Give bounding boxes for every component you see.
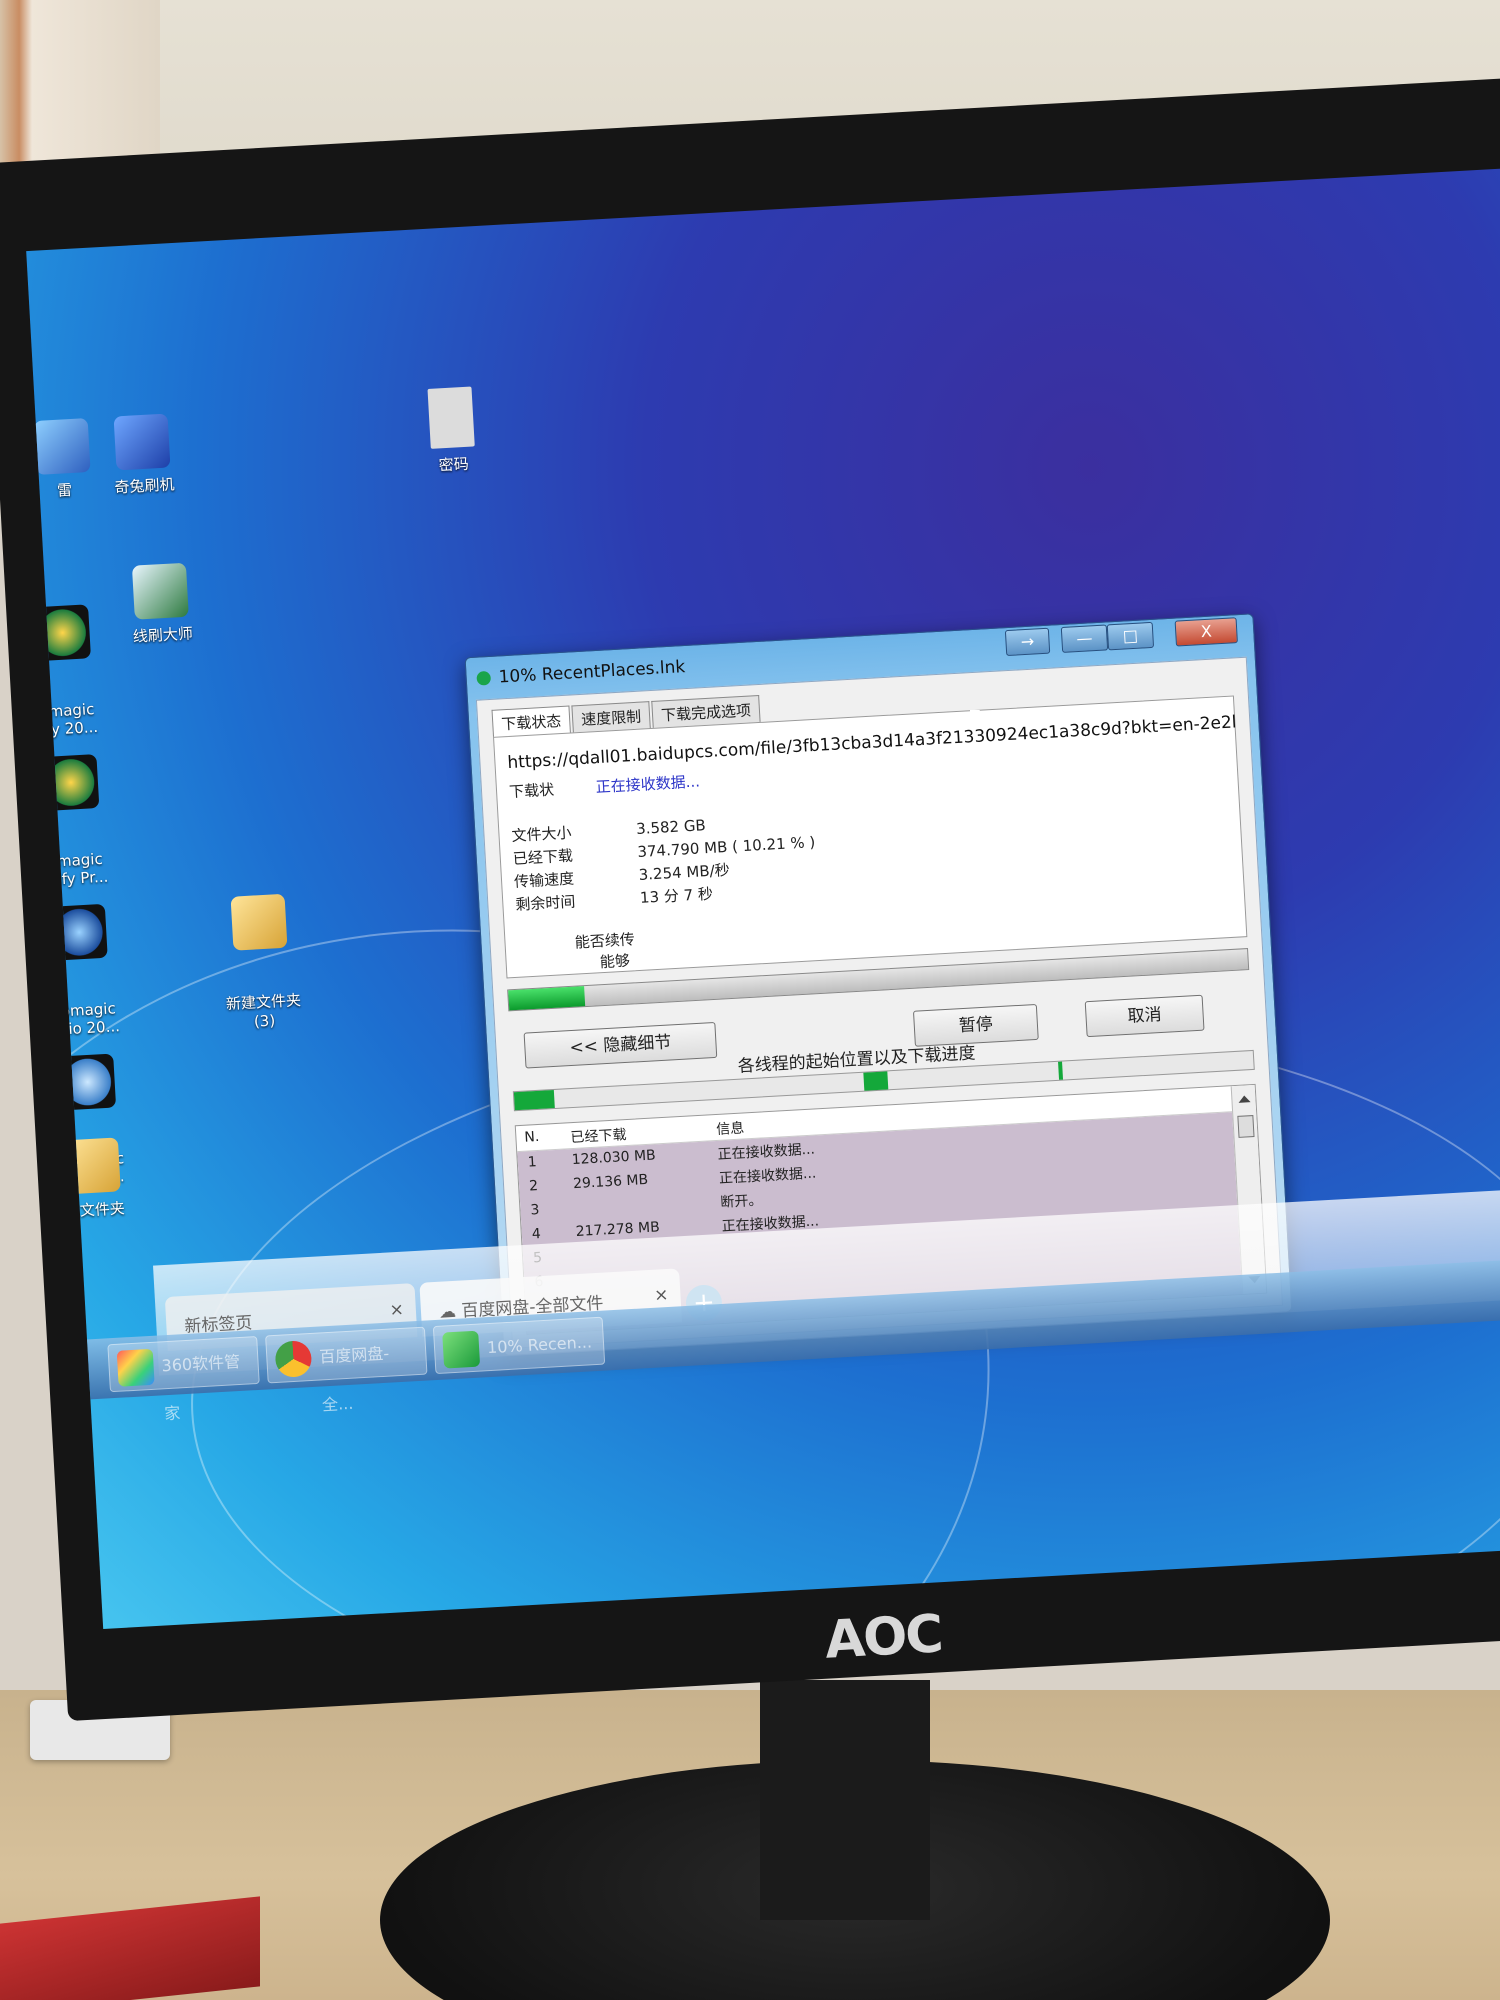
minimize-button[interactable]: — [1060, 624, 1109, 653]
detail-label: 能否续传 [574, 930, 636, 952]
download-app-icon [442, 1330, 481, 1369]
chrome-icon [274, 1339, 313, 1378]
taskbar-item-download[interactable]: 10% Recen... [432, 1316, 606, 1375]
desktop-icon-label: 密码 [438, 454, 470, 475]
col-header-downloaded[interactable]: 已经下载 [570, 1124, 627, 1147]
rabbit-icon [113, 413, 171, 471]
desktop-icon-label: 线刷大师 [132, 624, 194, 646]
status-row: 下载状 正在接收数据... [509, 770, 701, 802]
geomagic-icon [50, 903, 108, 961]
close-tab-icon[interactable]: × [654, 1285, 669, 1306]
close-button[interactable]: X [1174, 617, 1238, 647]
thread-info: 断开。 [719, 1192, 763, 1211]
desktop-icon-label: 奇兔刷机 [113, 475, 175, 497]
thread-downloaded: 29.136 MB [572, 1171, 649, 1193]
thread-segment-4 [1058, 1061, 1064, 1080]
scroll-up-icon[interactable] [1238, 1095, 1251, 1103]
thread-number: 1 [527, 1154, 538, 1171]
geomagic-icon [59, 1053, 117, 1111]
desktop-screen: 雷 奇兔刷机 密码 omagic lify 20... 线刷大师 omagic … [26, 167, 1500, 1630]
desktop-icon-new-folder[interactable]: 建文件夹 [36, 1136, 150, 1223]
detail-value: 13 分 7 秒 [639, 884, 714, 907]
thread-number: 2 [528, 1178, 539, 1195]
desktop-icon-password[interactable]: 密码 [395, 385, 510, 478]
window-title: 10% RecentPlaces.lnk [498, 657, 686, 688]
send-to-tray-button[interactable]: → [1004, 627, 1051, 657]
arrow-right-icon: → [1020, 631, 1035, 652]
status-panel: https://qdall01.baidupcs.com/file/3fb13c… [493, 695, 1248, 979]
thread-segment-1 [513, 1090, 555, 1111]
monitor-stand-neck [760, 1680, 930, 1920]
taskbar-item-chrome[interactable]: 百度网盘-全... [265, 1326, 428, 1414]
cancel-button[interactable]: 取消 [1084, 994, 1205, 1038]
thread-number: 4 [531, 1225, 542, 1243]
download-app-icon [476, 670, 492, 686]
thread-downloaded: 217.278 MB [575, 1219, 661, 1241]
detail-value: 3.254 MB/秒 [638, 860, 731, 884]
thread-number: 3 [530, 1202, 540, 1219]
status-value: 正在接收数据... [595, 772, 701, 797]
desktop-icon-xianshua[interactable]: 线刷大师 [104, 561, 218, 648]
desktop-icon-new-folder-3[interactable]: 新建文件夹 (3) [201, 856, 322, 1069]
col-header-n[interactable]: N. [524, 1129, 540, 1146]
scroll-thumb[interactable] [1237, 1115, 1255, 1138]
geomagic-icon [42, 754, 100, 811]
hide-details-button[interactable]: << 隐藏细节 [523, 1021, 718, 1069]
close-tab-icon[interactable]: × [389, 1300, 404, 1321]
detail-value: 3.582 GB [635, 816, 707, 839]
document-icon [427, 386, 475, 449]
monitor: AOC 雷 奇兔刷机 密码 omagic lify 20... 线刷大师 oma… [0, 76, 1500, 1722]
col-header-info[interactable]: 信息 [716, 1117, 745, 1139]
taskbar-item-label: 10% Recen... [486, 1332, 593, 1358]
thread-segment-2 [863, 1071, 889, 1091]
flash-tool-icon [131, 562, 189, 620]
folder-icon [63, 1137, 121, 1195]
desktop-icon-label: 新建文件夹 (3) [225, 991, 302, 1031]
taskbar-item-360[interactable]: 360软件管家 [107, 1335, 260, 1423]
desktop-icon-qitu[interactable]: 奇兔刷机 [86, 412, 200, 499]
mouse-cursor-icon [970, 710, 980, 726]
360-software-manager-icon [116, 1348, 155, 1387]
detail-value: 能够 [575, 951, 631, 973]
overall-progress-fill [508, 986, 585, 1011]
maximize-button[interactable]: □ [1106, 621, 1155, 651]
thread-downloaded: 128.030 MB [571, 1147, 657, 1169]
status-label: 下载状 [508, 780, 555, 802]
folder-icon [230, 893, 288, 951]
xunlei-icon [33, 417, 91, 475]
monitor-brand-logo: AOC [823, 1604, 944, 1671]
geomagic-icon [34, 604, 91, 662]
